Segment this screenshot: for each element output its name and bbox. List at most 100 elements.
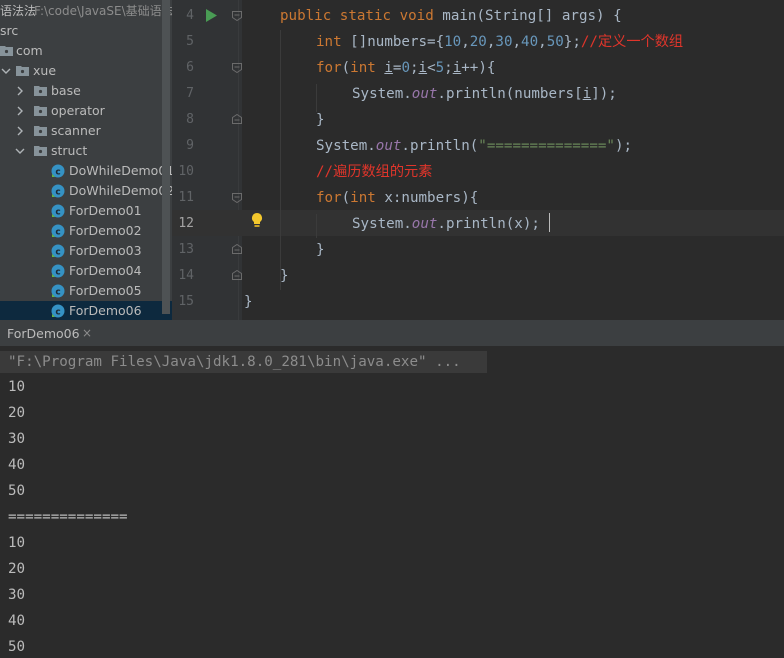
package-folder-icon xyxy=(34,106,47,116)
line-number: 15 xyxy=(178,294,194,309)
tree-item-class[interactable]: c ForDemo03 xyxy=(0,241,170,261)
console-output-line: 30 xyxy=(8,587,26,603)
chevron-right-icon[interactable] xyxy=(14,104,26,118)
chevron-down-icon[interactable] xyxy=(14,144,26,158)
run-tab-label: ForDemo06 xyxy=(7,326,80,341)
tree-item-label: xue xyxy=(33,63,57,78)
code-line-13[interactable]: } xyxy=(316,241,325,259)
line-number: 10 xyxy=(178,164,194,179)
code-line-15[interactable]: } xyxy=(244,293,253,311)
tree-item-label: scanner xyxy=(51,123,101,138)
tree-item-src[interactable]: src xyxy=(0,21,170,41)
java-class-icon: c xyxy=(51,184,65,198)
loop-variable: i xyxy=(384,60,393,76)
svg-text:c: c xyxy=(55,228,60,238)
tree-item-scanner[interactable]: scanner xyxy=(0,121,170,141)
code-line-7[interactable]: System.out.println(numbers[i]); xyxy=(352,85,617,103)
fold-end-icon[interactable] xyxy=(232,244,242,254)
code-line-12[interactable]: System.out.println(x); xyxy=(352,215,540,233)
comment: //遍历数组的元素 xyxy=(316,164,433,180)
keyword: int xyxy=(316,34,342,50)
project-root-name: 语法法 xyxy=(0,4,37,18)
java-class-icon: c xyxy=(51,164,65,178)
fold-collapse-icon[interactable] xyxy=(232,63,242,73)
keyword: static xyxy=(339,8,392,24)
tree-item-class[interactable]: c DoWhileDemo02 xyxy=(0,181,172,201)
line-number: 6 xyxy=(186,60,194,75)
tree-item-label: ForDemo04 xyxy=(69,263,142,278)
code-text: .println(x); xyxy=(437,216,540,232)
chevron-right-icon[interactable] xyxy=(14,84,26,98)
code-text: []numbers={ xyxy=(341,34,445,50)
tree-item-class[interactable]: c ForDemo04 xyxy=(0,261,170,281)
code-line-8[interactable]: } xyxy=(316,111,325,129)
number-literal: 40 xyxy=(521,34,539,50)
tree-item-class[interactable]: c DoWhileDemo01 xyxy=(0,161,172,181)
console-output-line: 50 xyxy=(8,639,26,655)
fold-collapse-icon[interactable] xyxy=(232,193,242,203)
java-class-icon: c xyxy=(51,244,65,258)
loop-variable: i xyxy=(452,60,462,76)
tree-scrollbar[interactable] xyxy=(162,0,170,314)
svg-text:c: c xyxy=(55,248,60,258)
tree-item-class[interactable]: c ForDemo01 xyxy=(0,201,170,221)
tree-root[interactable]: 语法法 F:\code\JavaSE\基础语法 xyxy=(0,1,172,21)
console-output-line: 30 xyxy=(8,431,26,447)
fold-end-icon[interactable] xyxy=(232,114,242,124)
loop-variable: i xyxy=(418,60,428,76)
chevron-right-icon[interactable] xyxy=(14,124,26,138)
code-line-14[interactable]: } xyxy=(280,267,289,285)
tree-item-class[interactable]: c ForDemo02 xyxy=(0,221,170,241)
line-number-current: 12 xyxy=(178,216,194,231)
tree-item-base[interactable]: base xyxy=(0,81,170,101)
package-folder-icon xyxy=(34,126,47,136)
code-text: System. xyxy=(316,138,376,154)
tree-item-label: operator xyxy=(51,103,105,118)
java-class-icon: c xyxy=(51,224,65,238)
svg-text:c: c xyxy=(55,188,60,198)
line-number: 11 xyxy=(178,190,194,205)
fold-collapse-icon[interactable] xyxy=(232,11,242,21)
run-console[interactable]: "F:\Program Files\Java\jdk1.8.0_281\bin\… xyxy=(0,346,784,658)
number-literal: 30 xyxy=(495,34,513,50)
line-number: 5 xyxy=(186,34,194,49)
chevron-down-icon[interactable] xyxy=(0,64,12,78)
static-field: out xyxy=(411,86,438,102)
console-command[interactable]: "F:\Program Files\Java\jdk1.8.0_281\bin\… xyxy=(8,353,461,371)
code-line-6[interactable]: for(int i=0;i<5;i++){ xyxy=(316,59,495,77)
code-line-10[interactable]: //遍历数组的元素 xyxy=(316,163,432,181)
tree-item-struct[interactable]: struct xyxy=(0,141,170,161)
code-text: ); xyxy=(614,138,633,154)
project-root-path: F:\code\JavaSE\基础语法 xyxy=(34,4,172,18)
code-text: .println( xyxy=(401,138,479,154)
static-field: out xyxy=(411,216,438,232)
line-number: 8 xyxy=(186,112,194,127)
svg-text:c: c xyxy=(55,268,60,278)
tree-item-com[interactable]: com xyxy=(0,41,170,61)
run-triangle-icon[interactable] xyxy=(205,9,217,22)
keyword: void xyxy=(399,8,434,24)
tree-item-operator[interactable]: operator xyxy=(0,101,170,121)
console-output-line: 10 xyxy=(8,535,26,551)
tree-item-label: DoWhileDemo01 xyxy=(69,163,172,178)
svg-text:c: c xyxy=(55,308,60,318)
code-line-9[interactable]: System.out.println("=============="); xyxy=(316,137,632,155)
close-icon[interactable]: × xyxy=(82,326,92,340)
lightbulb-icon[interactable] xyxy=(250,212,264,228)
code-text: main(String[] args) { xyxy=(433,8,622,24)
tree-item-xue[interactable]: xue xyxy=(0,61,170,81)
tree-item-class[interactable]: c ForDemo05 xyxy=(0,281,170,301)
text-caret xyxy=(549,213,550,232)
code-line-4[interactable]: public static void main(String[] args) { xyxy=(280,7,622,25)
fold-end-icon[interactable] xyxy=(232,270,242,280)
tree-item-label: base xyxy=(51,83,81,98)
code-line-5[interactable]: int []numbers={10,20,30,40,50};//定义一个数组 xyxy=(316,33,683,51)
code-line-11[interactable]: for(int x:numbers){ xyxy=(316,189,478,207)
line-number: 14 xyxy=(178,268,194,283)
loop-variable: i xyxy=(582,86,592,102)
tree-item-class-selected[interactable]: c ForDemo06 xyxy=(0,301,172,320)
keyword: for xyxy=(316,190,342,206)
indent-guide xyxy=(316,214,317,238)
code-text: .println(numbers[ xyxy=(437,86,583,102)
static-field: out xyxy=(375,138,402,154)
